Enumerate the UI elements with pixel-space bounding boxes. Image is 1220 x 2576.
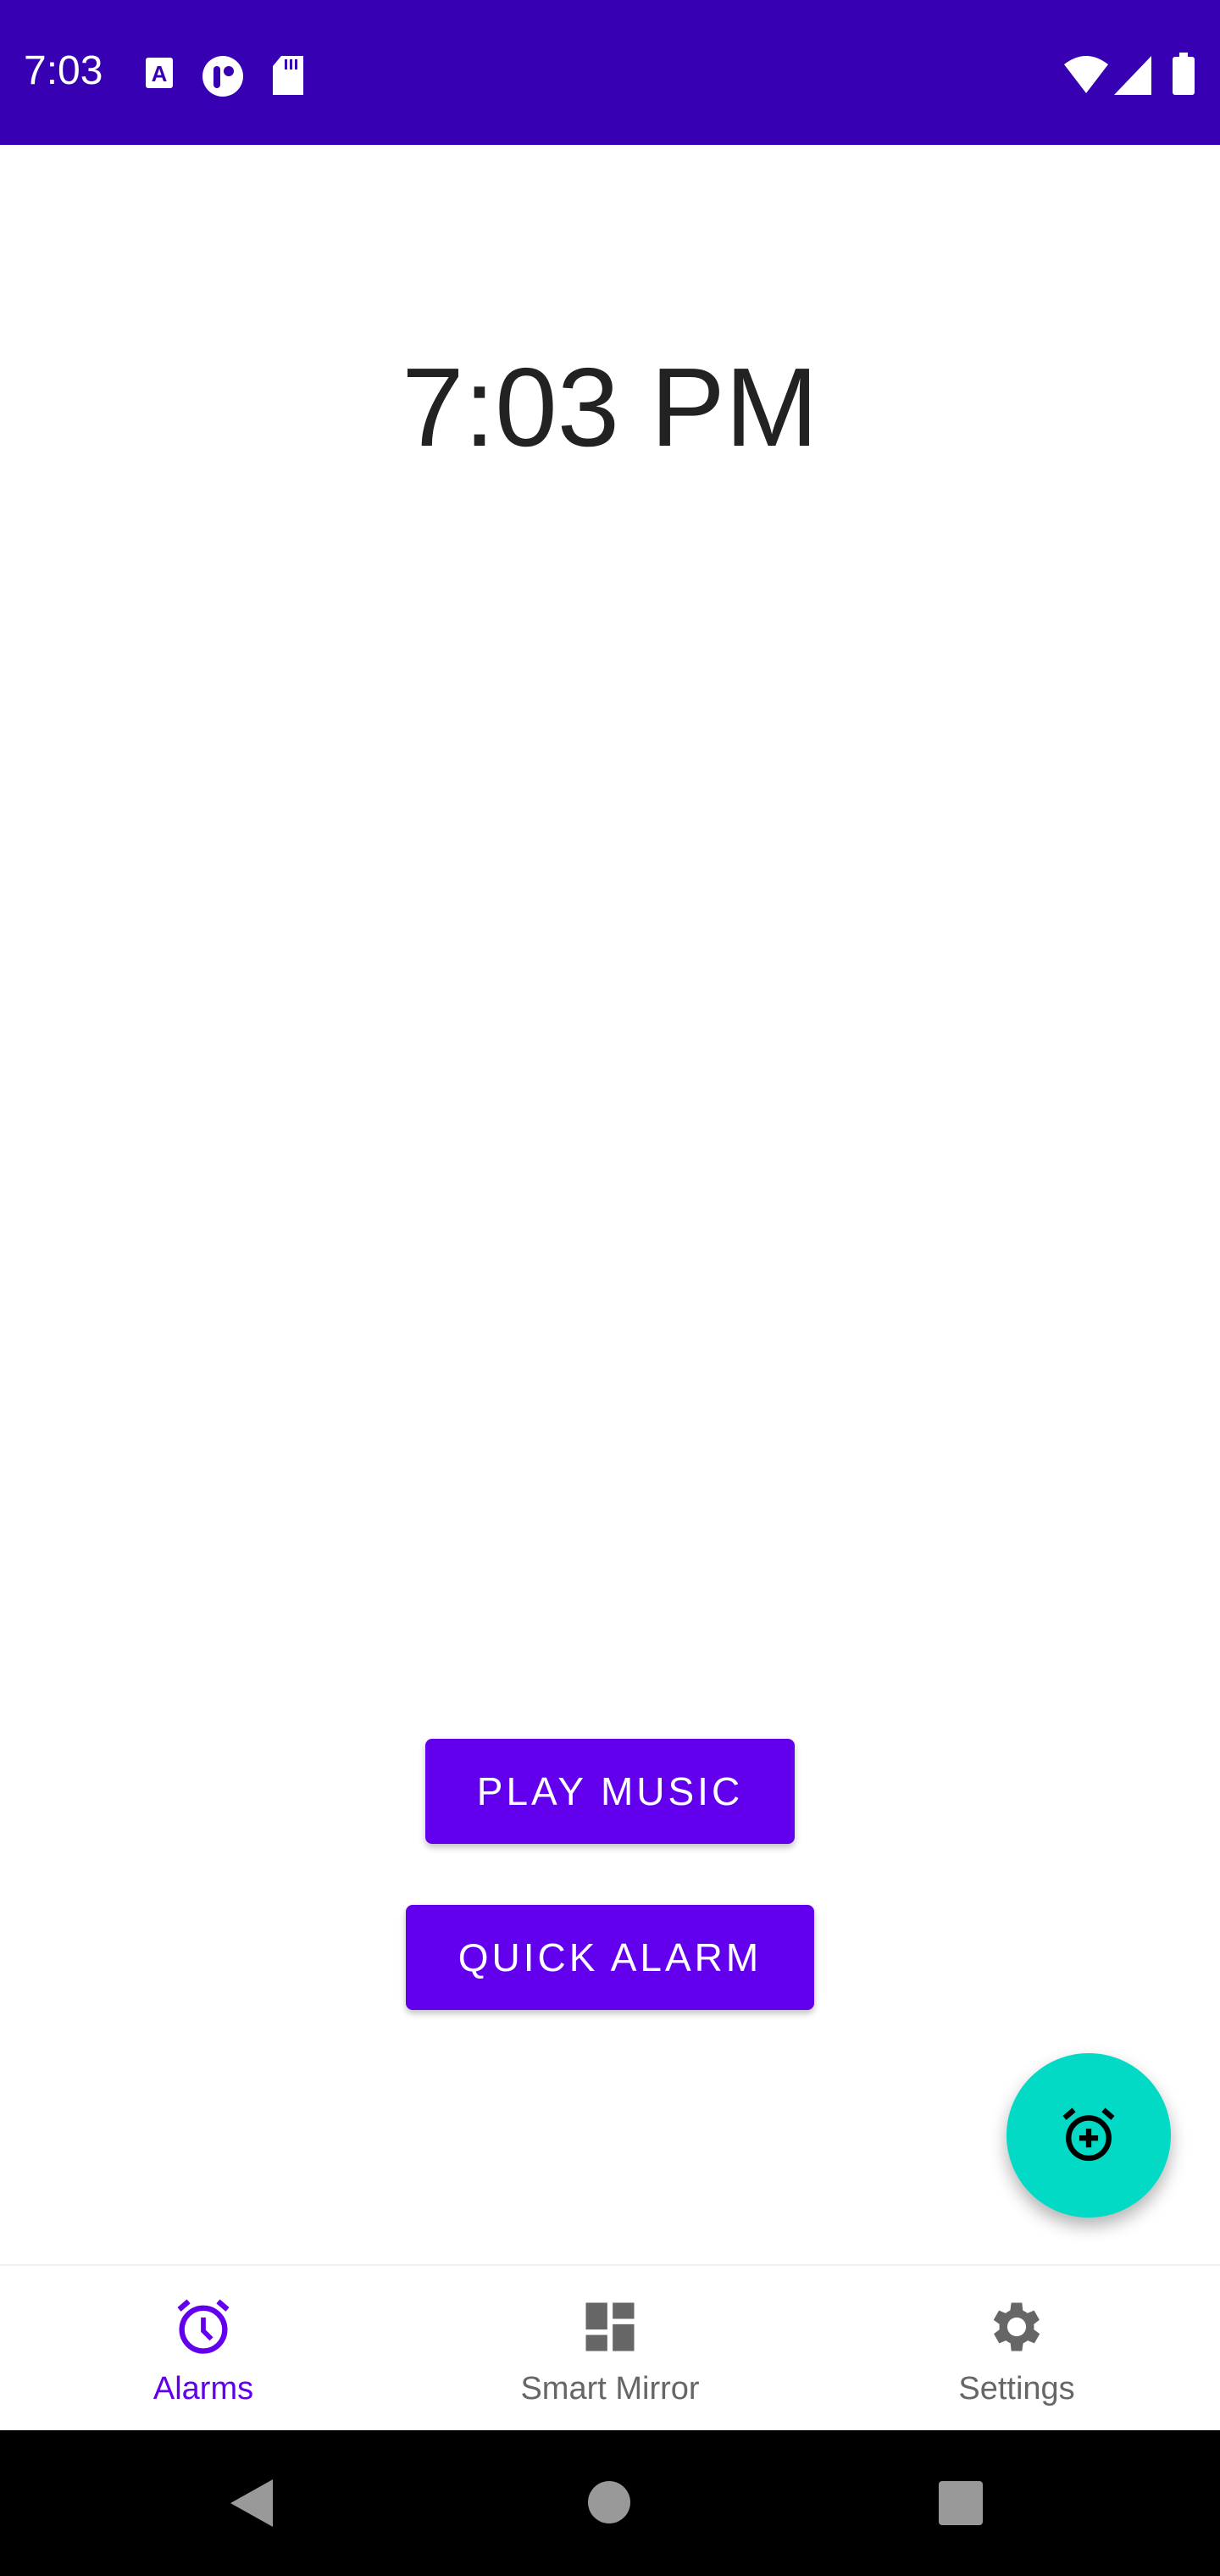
status-time: 7:03 — [24, 48, 103, 93]
add-alarm-icon — [1062, 2107, 1115, 2162]
add-alarm-button[interactable] — [1006, 2053, 1171, 2218]
nav-item-settings[interactable]: Settings — [813, 2266, 1220, 2430]
current-time: 7:03 PM — [402, 345, 818, 469]
nav-label-settings: Settings — [958, 2371, 1075, 2407]
nav-label-alarms: Alarms — [152, 2371, 254, 2407]
bottom-navigation: Alarms Smart Mirror Settings — [0, 2264, 1220, 2430]
alarm-icon — [177, 2299, 230, 2354]
a-icon: A — [146, 58, 173, 88]
gear-icon — [993, 2302, 1040, 2351]
recents-icon[interactable] — [939, 2481, 983, 2525]
battery-icon — [1173, 53, 1195, 95]
svg-text:A: A — [152, 61, 168, 86]
sd-card-icon — [273, 56, 303, 95]
status-bar: 7:03 A — [0, 0, 1220, 145]
wifi-icon — [1064, 56, 1108, 93]
play-music-button[interactable]: PLAY MUSIC — [425, 1739, 795, 1844]
signal-icon — [1114, 56, 1151, 95]
system-navigation-bar — [0, 2430, 1220, 2576]
t-icon — [202, 56, 243, 97]
nav-item-alarms[interactable]: Alarms — [0, 2266, 407, 2430]
home-icon[interactable] — [588, 2481, 630, 2523]
nav-label-smart-mirror: Smart Mirror — [520, 2371, 700, 2407]
back-icon[interactable] — [230, 2479, 274, 2527]
nav-item-smart-mirror[interactable]: Smart Mirror — [407, 2266, 813, 2430]
dashboard-icon — [585, 2302, 635, 2351]
quick-alarm-button[interactable]: QUICK ALARM — [406, 1905, 814, 2010]
